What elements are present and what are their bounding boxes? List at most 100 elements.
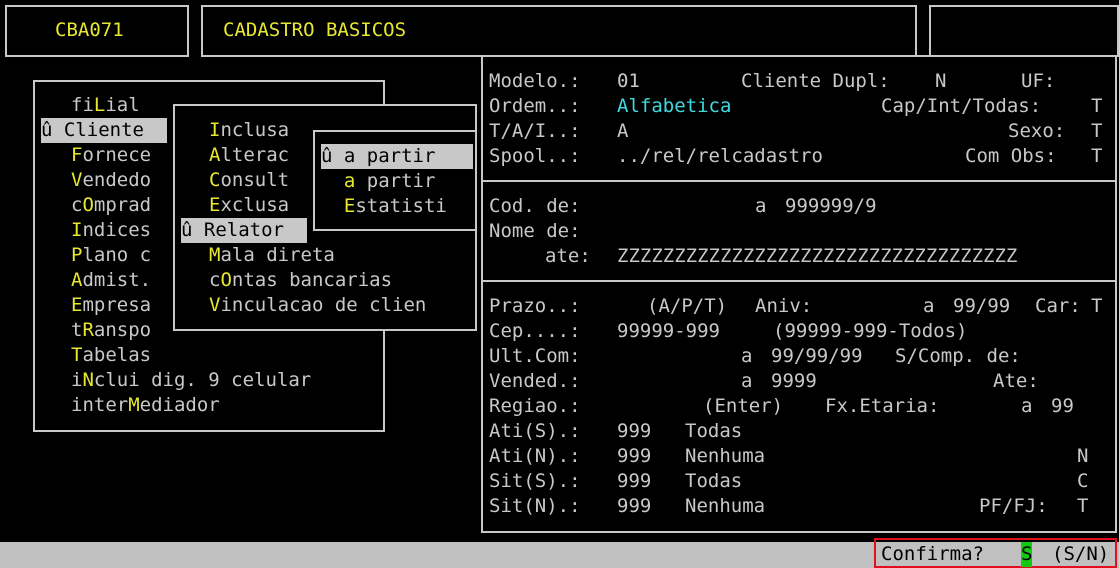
menu-item[interactable]: Tabelas bbox=[71, 343, 151, 368]
menu-item-text: i bbox=[71, 369, 83, 391]
menu-item[interactable]: fiLial bbox=[71, 93, 140, 118]
menu-item[interactable]: Mala direta bbox=[209, 243, 335, 268]
menu-item[interactable]: û Cliente bbox=[41, 118, 167, 143]
menu-item[interactable]: Exclusa bbox=[209, 193, 289, 218]
sits-label: Sit(S).: bbox=[489, 470, 581, 492]
atin-flag[interactable]: N bbox=[1077, 444, 1088, 469]
cliente-dupl-field[interactable]: N bbox=[935, 69, 946, 94]
menu-item-text: mpresa bbox=[82, 294, 152, 316]
menu-item-hotkey: A bbox=[209, 144, 221, 166]
sexo-field[interactable]: T bbox=[1091, 119, 1102, 144]
sits-text: Todas bbox=[685, 470, 743, 492]
menu-item[interactable]: Vendedo bbox=[71, 168, 151, 193]
menu-item-hotkey: I bbox=[71, 219, 83, 241]
vended-ate2-label: Ate: bbox=[993, 370, 1039, 392]
car-label: Car: bbox=[1035, 295, 1081, 317]
menu-item[interactable]: û a partir bbox=[321, 144, 473, 169]
cap-int-todas-field[interactable]: T bbox=[1091, 94, 1102, 119]
ultcom-field[interactable]: 99/99/99 bbox=[771, 344, 863, 369]
atis-field[interactable]: 999 bbox=[617, 419, 651, 444]
menu-item[interactable]: tRanspo bbox=[71, 318, 151, 343]
sits-flag[interactable]: C bbox=[1077, 469, 1088, 494]
ultcom-ate-label: a bbox=[741, 345, 753, 367]
menu-item[interactable]: Fornece bbox=[71, 143, 151, 168]
vended-field[interactable]: 9999 bbox=[771, 369, 817, 394]
com-obs-field[interactable]: T bbox=[1091, 144, 1102, 169]
menu-item[interactable]: cOntas bancarias bbox=[209, 268, 392, 293]
menu-item-text: elator bbox=[215, 219, 284, 241]
menu-item-hotkey: E bbox=[71, 294, 83, 316]
cep-field[interactable]: 99999-999 bbox=[617, 319, 720, 344]
tai-label: T/A/I..: bbox=[489, 120, 581, 142]
confirm-input[interactable]: S bbox=[1021, 542, 1033, 567]
aniv-ate-label: a bbox=[923, 295, 935, 317]
cap-int-todas-label: Cap/Int/Todas: bbox=[881, 95, 1042, 117]
menu-item-text: ornece bbox=[82, 144, 152, 166]
menu-item-text: endedo bbox=[82, 169, 152, 191]
confirm-prompt: Confirma? S (S/N) bbox=[874, 538, 1117, 568]
header-right-box bbox=[929, 5, 1119, 57]
cep-label: Cep....: bbox=[489, 320, 581, 342]
menu-item[interactable]: Estatisti bbox=[321, 194, 447, 219]
menu-item-text: liente bbox=[75, 119, 144, 141]
menu-item[interactable]: Admist. bbox=[71, 268, 151, 293]
prazo-label: Prazo..: bbox=[489, 295, 581, 317]
sexo-label: Sexo: bbox=[1008, 120, 1066, 142]
menu-item-hotkey: R bbox=[203, 219, 216, 241]
cep-hint: (99999-999-Todos) bbox=[773, 320, 968, 342]
menu-item-text: lano c bbox=[82, 244, 152, 266]
fxetaria-field[interactable]: 99 bbox=[1051, 394, 1074, 419]
menu-item-text: partir bbox=[355, 170, 436, 192]
menu-item-text: c bbox=[71, 194, 83, 216]
tai-field[interactable]: A bbox=[617, 119, 628, 144]
sitn-label: Sit(N).: bbox=[489, 495, 581, 517]
menu-item[interactable]: Inclusa bbox=[209, 118, 289, 143]
regiao-label: Regiao.: bbox=[489, 395, 581, 417]
menu-item-hotkey: V bbox=[71, 169, 83, 191]
modelo-field[interactable]: 01 bbox=[617, 69, 640, 94]
car-field[interactable]: T bbox=[1091, 294, 1102, 319]
pffj-field[interactable]: T bbox=[1077, 494, 1088, 519]
menu-item-text bbox=[321, 170, 344, 192]
report-form-panel: Modelo.: 01 Cliente Dupl: N UF: Ordem..:… bbox=[481, 55, 1117, 533]
menu-item-text: onsult bbox=[220, 169, 290, 191]
menu-item[interactable]: cOmprad bbox=[71, 193, 151, 218]
sits-field[interactable]: 999 bbox=[617, 469, 651, 494]
menu-item[interactable]: Plano c bbox=[71, 243, 151, 268]
menu-item-text: ala direta bbox=[220, 244, 335, 266]
menu-item[interactable]: Indices bbox=[71, 218, 151, 243]
menu-item[interactable]: Alterac bbox=[209, 143, 289, 168]
menu-item[interactable]: Vinculacao de clien bbox=[209, 293, 426, 318]
ordem-label: Ordem..: bbox=[489, 95, 581, 117]
menu-item-hotkey: I bbox=[209, 119, 221, 141]
atin-field[interactable]: 999 bbox=[617, 444, 651, 469]
confirm-options: (S/N) bbox=[1052, 543, 1110, 565]
menu-item-text: ial bbox=[105, 94, 140, 116]
nome-label: Nome de: bbox=[489, 220, 581, 242]
menu-item[interactable]: iNclui dig. 9 celular bbox=[71, 368, 311, 393]
menu-item-text: ediador bbox=[139, 394, 220, 416]
menu-item[interactable]: û Relator bbox=[181, 218, 307, 243]
nome-ate-field[interactable]: ZZZZZZZZZZZZZZZZZZZZZZZZZZZZZZZZZZZ bbox=[617, 244, 1017, 269]
pffj-label: PF/FJ: bbox=[979, 495, 1048, 517]
menu-item[interactable]: a partir bbox=[321, 169, 436, 194]
menu-item-hotkey: O bbox=[82, 194, 94, 216]
menu-item-text: lterac bbox=[220, 144, 290, 166]
atis-label: Ati(S).: bbox=[489, 420, 581, 442]
menu-item-text: t bbox=[71, 319, 83, 341]
ultcom-label: Ult.Com: bbox=[489, 345, 581, 367]
menu-item-text bbox=[321, 195, 344, 217]
menu-item-text: abelas bbox=[82, 344, 152, 366]
menu-item-hotkey: O bbox=[220, 269, 232, 291]
sitn-field[interactable]: 999 bbox=[617, 494, 651, 519]
menu-item[interactable]: Consult bbox=[209, 168, 289, 193]
ordem-field[interactable]: Alfabetica bbox=[617, 94, 731, 119]
menu-item[interactable]: Empresa bbox=[71, 293, 151, 318]
menu-item-hotkey: M bbox=[209, 244, 221, 266]
menu-item[interactable]: interMediador bbox=[71, 393, 220, 418]
menu-item-hotkey: F bbox=[71, 144, 83, 166]
aniv-field[interactable]: 99/99 bbox=[953, 294, 1010, 319]
modelo-label: Modelo.: bbox=[489, 70, 581, 92]
cod-field[interactable]: 999999/9 bbox=[785, 194, 877, 219]
spool-field[interactable]: ../rel/relcadastro bbox=[617, 144, 823, 169]
